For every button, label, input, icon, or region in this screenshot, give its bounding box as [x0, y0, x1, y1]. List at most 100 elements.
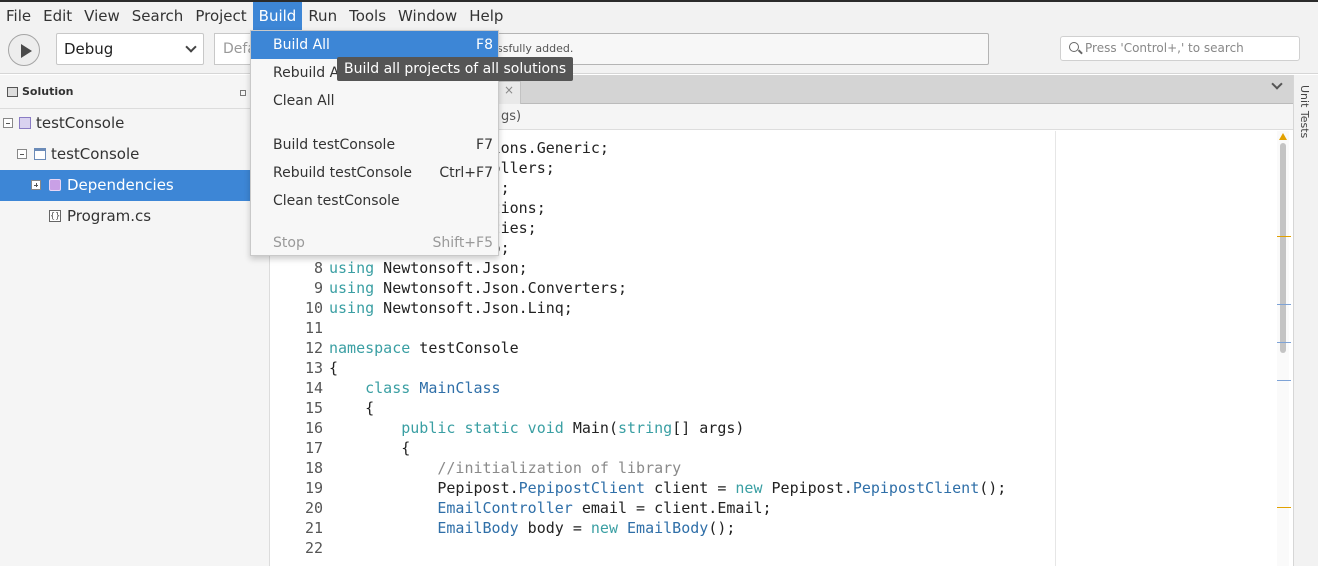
line-number: 11	[304, 319, 323, 337]
scroll-marker	[1277, 304, 1291, 305]
menu-item-shortcut: Shift+F5	[432, 235, 493, 251]
dependencies-folder-icon	[49, 179, 61, 191]
line-number: 10	[304, 299, 323, 317]
code-text: {	[329, 358, 338, 378]
scrollbar-thumb[interactable]	[1280, 143, 1286, 353]
line-number: 17	[304, 439, 323, 457]
solution-pad-icon	[7, 87, 18, 97]
menu-edit[interactable]: Edit	[37, 2, 78, 30]
code-token: new	[735, 479, 763, 497]
menu-item-label: Build testConsole	[273, 137, 396, 153]
collapse-icon[interactable]	[17, 149, 27, 159]
search-placeholder: Press 'Control+,' to search	[1085, 41, 1244, 55]
editor-scrollbar[interactable]	[1277, 131, 1289, 566]
search-input[interactable]: Press 'Control+,' to search	[1060, 36, 1300, 61]
chevron-down-icon	[185, 41, 197, 53]
code-line[interactable]: 18 //initialization of library	[291, 458, 1031, 478]
tooltip: Build all projects of all solutions	[337, 57, 574, 81]
menu-item-build-project[interactable]: Build testConsole F7	[251, 131, 498, 159]
menu-project[interactable]: Project	[189, 2, 252, 30]
code-token: class	[365, 379, 411, 397]
solution-pad-header: Solution	[0, 75, 269, 109]
menu-run[interactable]: Run	[302, 2, 343, 30]
code-text: using Newtonsoft.Json.Converters;	[329, 278, 627, 298]
code-line[interactable]: 12 namespace testConsole	[291, 338, 1031, 358]
pad-maximize-icon[interactable]	[240, 90, 246, 96]
code-line[interactable]: 10 using Newtonsoft.Json.Linq;	[291, 298, 1031, 318]
configuration-select[interactable]: Debug	[56, 33, 204, 65]
play-icon	[21, 44, 32, 58]
menu-tools[interactable]: Tools	[343, 2, 392, 30]
toolbar: Debug Defa ssfully added. Press 'Control…	[0, 30, 1318, 74]
menu-view[interactable]: View	[78, 2, 126, 30]
code-line[interactable]: 17 {	[291, 438, 1031, 458]
code-text: EmailController email = client.Email;	[329, 498, 772, 518]
code-line[interactable]: 9 using Newtonsoft.Json.Converters;	[291, 278, 1031, 298]
project-icon	[34, 148, 46, 160]
run-button[interactable]	[8, 34, 40, 66]
tree-item-label: testConsole	[51, 145, 140, 163]
menu-file[interactable]: File	[0, 2, 37, 30]
code-token: using	[329, 279, 375, 297]
close-icon[interactable]: ×	[504, 83, 514, 97]
menu-window[interactable]: Window	[392, 2, 463, 30]
code-text: using Newtonsoft.Json;	[329, 258, 528, 278]
tree-item-project[interactable]: testConsole	[0, 139, 250, 170]
code-token: Newtonsoft.Json.Linq;	[374, 299, 573, 317]
menu-build[interactable]: Build	[252, 2, 303, 30]
code-line[interactable]: 20 EmailController email = client.Email;	[291, 498, 1031, 518]
line-number: 21	[304, 519, 323, 537]
line-number: 8	[313, 259, 323, 277]
line-number: 22	[304, 539, 323, 557]
menu-item-clean-project[interactable]: Clean testConsole	[251, 187, 498, 215]
menu-item-label: Clean testConsole	[273, 193, 400, 209]
code-line[interactable]: 22	[291, 538, 1031, 558]
scroll-marker	[1277, 342, 1291, 343]
unit-tests-tab[interactable]: Unit Tests	[1298, 85, 1311, 138]
code-text: Pepipost.PepipostClient client = new Pep…	[329, 478, 1006, 498]
code-token: Pepipost.	[329, 479, 519, 497]
code-token: email = client.Email;	[572, 499, 772, 517]
code-line[interactable]: 16 public static void Main(string[] args…	[291, 418, 1031, 438]
code-token: client =	[645, 479, 736, 497]
tree-item-solution[interactable]: testConsole	[0, 108, 250, 139]
code-line[interactable]: 15 {	[291, 398, 1031, 418]
code-line[interactable]: 14 class MainClass	[291, 378, 1031, 398]
tree-item-dependencies[interactable]: Dependencies	[0, 170, 250, 201]
code-token: EmailBody	[627, 519, 709, 537]
tree-item-label: Dependencies	[67, 176, 174, 194]
code-line[interactable]: 21 EmailBody body = new EmailBody();	[291, 518, 1031, 538]
code-token: public static void	[401, 419, 564, 437]
solution-icon	[19, 117, 31, 129]
code-token: EmailController	[437, 499, 573, 517]
code-token: testConsole	[410, 339, 519, 357]
collapse-icon[interactable]	[3, 118, 13, 128]
line-number: 16	[304, 419, 323, 437]
warning-marker-icon	[1279, 133, 1287, 140]
line-number: 18	[304, 459, 323, 477]
menu-item-rebuild-project[interactable]: Rebuild testConsole Ctrl+F7	[251, 159, 498, 187]
edit-margin-line	[1055, 131, 1056, 566]
code-text: EmailBody body = new EmailBody();	[329, 518, 735, 538]
code-line[interactable]: 8 using Newtonsoft.Json;	[291, 258, 1031, 278]
tree-item-program-cs[interactable]: {} Program.cs	[0, 201, 250, 232]
menu-help[interactable]: Help	[463, 2, 509, 30]
expand-icon[interactable]	[31, 180, 41, 190]
menu-search[interactable]: Search	[126, 2, 190, 30]
menu-item-shortcut: F8	[476, 37, 493, 53]
line-number: 19	[304, 479, 323, 497]
chevron-down-icon[interactable]	[1271, 78, 1283, 90]
code-line[interactable]: 13 {	[291, 358, 1031, 378]
code-token: {	[329, 439, 411, 457]
code-text: using Newtonsoft.Json.Linq;	[329, 298, 573, 318]
code-line[interactable]: 11	[291, 318, 1031, 338]
menu-item-build-all[interactable]: Build All F8	[251, 31, 498, 59]
line-number: 20	[304, 499, 323, 517]
menu-item-clean-all[interactable]: Clean All	[251, 87, 498, 115]
menu-item-shortcut: F7	[476, 137, 493, 153]
code-line[interactable]: 19 Pepipost.PepipostClient client = new …	[291, 478, 1031, 498]
